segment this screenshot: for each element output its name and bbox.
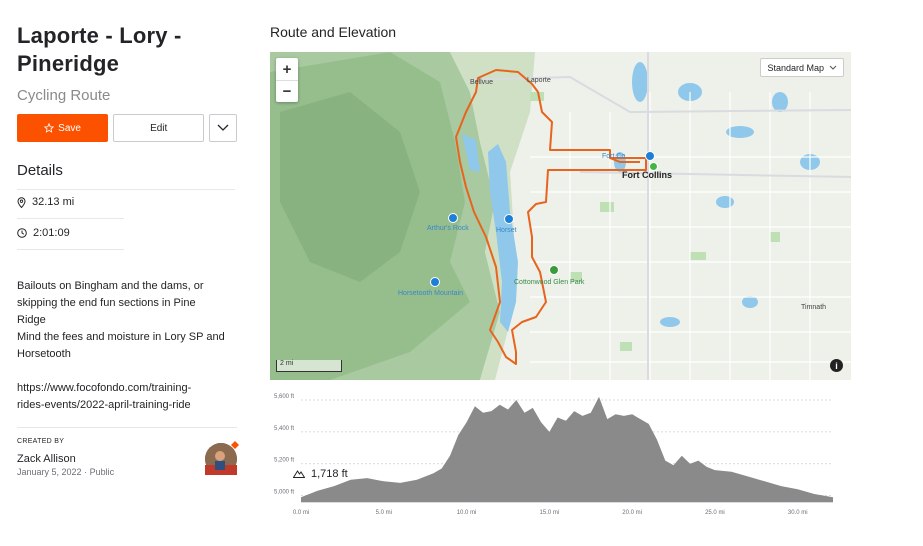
zoom-controls: + − xyxy=(276,58,298,102)
created-by-label: CREATED BY xyxy=(17,438,65,445)
poi-marker-cottonwood-glen[interactable] xyxy=(549,265,559,275)
x-tick-label: 0.0 mi xyxy=(293,510,309,516)
lake xyxy=(742,296,758,308)
creator-name[interactable]: Zack Allison xyxy=(17,453,114,465)
route-description: Bailouts on Bingham and the dams, or ski… xyxy=(17,278,235,363)
x-tick-label: 30.0 mi xyxy=(788,510,808,516)
map-label-cottonwood-glen: Cottonwood Glen Park xyxy=(514,279,585,286)
poi-marker-arthurs-rock[interactable] xyxy=(448,213,458,223)
route-title: Laporte - Lory - Pineridge xyxy=(17,22,237,78)
y-tick-label: 5,200 ft xyxy=(274,458,294,464)
route-title-line1: Laporte - Lory - xyxy=(17,23,182,48)
map-style-select[interactable]: Standard Map xyxy=(760,58,844,77)
route-actions: Save Edit xyxy=(17,114,237,142)
x-tick-label: 15.0 mi xyxy=(540,510,560,516)
clock-icon xyxy=(17,228,27,238)
elevation-chart[interactable]: 5,000 ft 5,200 ft 5,400 ft 5,600 ft 0.0 mi 5.… xyxy=(270,386,851,521)
time-value: 2:01:09 xyxy=(33,227,70,239)
park xyxy=(600,202,614,212)
y-tick-label: 5,600 ft xyxy=(274,394,294,400)
route-sidebar: Laporte - Lory - Pineridge Cycling Route… xyxy=(17,22,348,480)
avatar[interactable] xyxy=(205,441,239,475)
description-link[interactable]: https://www.focofondo.com/training- ride… xyxy=(17,380,237,414)
park xyxy=(690,252,706,260)
details-heading: Details xyxy=(17,162,63,179)
lake xyxy=(660,317,680,327)
badge-icon xyxy=(231,441,239,449)
zoom-in-button[interactable]: + xyxy=(276,58,298,80)
save-button[interactable]: Save xyxy=(17,114,109,142)
lake xyxy=(772,92,788,112)
map-label-horsetooth-mountain: Horsetooth Mountain xyxy=(398,290,463,297)
map-label-fort-collins-small: Fort Co xyxy=(602,153,626,160)
park xyxy=(620,342,632,351)
meta-separator: · xyxy=(84,467,88,477)
x-tick-label: 10.0 mi xyxy=(457,510,477,516)
chevron-down-icon xyxy=(217,124,229,131)
section-title: Route and Elevation xyxy=(270,24,397,40)
map-label-arthurs-rock: Arthur's Rock xyxy=(427,225,469,232)
map-label-laporte: Laporte xyxy=(527,77,551,84)
map-style-label: Standard Map xyxy=(767,62,824,73)
map-label-horsetooth-res: Horset xyxy=(496,227,517,234)
map-label-bellvue: Bellvue xyxy=(470,79,493,86)
park xyxy=(770,232,780,242)
visibility: Public xyxy=(89,467,115,477)
route-subtitle: Cycling Route xyxy=(17,87,111,104)
link-line[interactable]: https://www.focofondo.com/training- xyxy=(17,380,237,397)
route-start-marker[interactable] xyxy=(649,162,658,171)
map-base xyxy=(270,52,851,380)
zoom-out-button[interactable]: − xyxy=(276,80,298,102)
x-tick-label: 5.0 mi xyxy=(376,510,392,516)
description-line: Mind the fees and moisture in Lory SP an… xyxy=(17,331,225,343)
y-tick-label: 5,000 ft xyxy=(274,490,294,496)
park xyxy=(530,92,544,101)
map-info-button[interactable]: i xyxy=(830,359,843,372)
route-title-line2: Pineridge xyxy=(17,51,120,76)
stats-row: 32.13 mi 1,718 ft xyxy=(17,189,348,480)
map-label-fort-collins: Fort Collins xyxy=(622,170,672,180)
edit-button[interactable]: Edit xyxy=(113,114,205,142)
time-stat: 2:01:09 xyxy=(17,221,124,250)
creator-info: Zack Allison January 5, 2022 · Public xyxy=(17,453,114,477)
x-tick-label: 25.0 mi xyxy=(705,510,725,516)
lake xyxy=(632,62,648,102)
creator-block: Zack Allison January 5, 2022 · Public xyxy=(17,441,239,477)
divider xyxy=(17,427,237,428)
map-label-timnath: Timnath xyxy=(801,304,827,311)
location-pin-icon xyxy=(17,196,26,208)
x-tick-label: 20.0 mi xyxy=(622,510,642,516)
poi-marker-fort-collins[interactable] xyxy=(645,151,655,161)
poi-marker-horsetooth-res[interactable] xyxy=(504,214,514,224)
lake xyxy=(716,196,734,208)
link-line[interactable]: rides-events/2022-april-training-ride xyxy=(17,397,237,414)
creator-meta: January 5, 2022 · Public xyxy=(17,467,114,477)
distance-stat: 32.13 mi xyxy=(17,190,124,219)
road-grid xyxy=(530,92,851,380)
distance-value: 32.13 mi xyxy=(32,196,75,208)
more-options-button[interactable] xyxy=(209,114,237,142)
description-line: Horsetooth xyxy=(17,348,71,360)
map-scale: 2 mi xyxy=(276,360,342,372)
description-line: skipping the end fun sections in Pine xyxy=(17,297,196,309)
route-map[interactable]: Bellvue Laporte Fort Co Fort Collins Art… xyxy=(270,52,851,380)
chevron-down-icon xyxy=(829,65,837,70)
y-tick-label: 5,400 ft xyxy=(274,426,294,432)
elevation-area[interactable] xyxy=(301,396,833,502)
description-line: Bailouts on Bingham and the dams, or xyxy=(17,280,204,292)
created-date: January 5, 2022 xyxy=(17,467,82,477)
description-line: Ridge xyxy=(17,314,46,326)
star-icon xyxy=(44,123,55,133)
save-button-label: Save xyxy=(58,122,81,134)
poi-marker-horsetooth-mountain[interactable] xyxy=(430,277,440,287)
